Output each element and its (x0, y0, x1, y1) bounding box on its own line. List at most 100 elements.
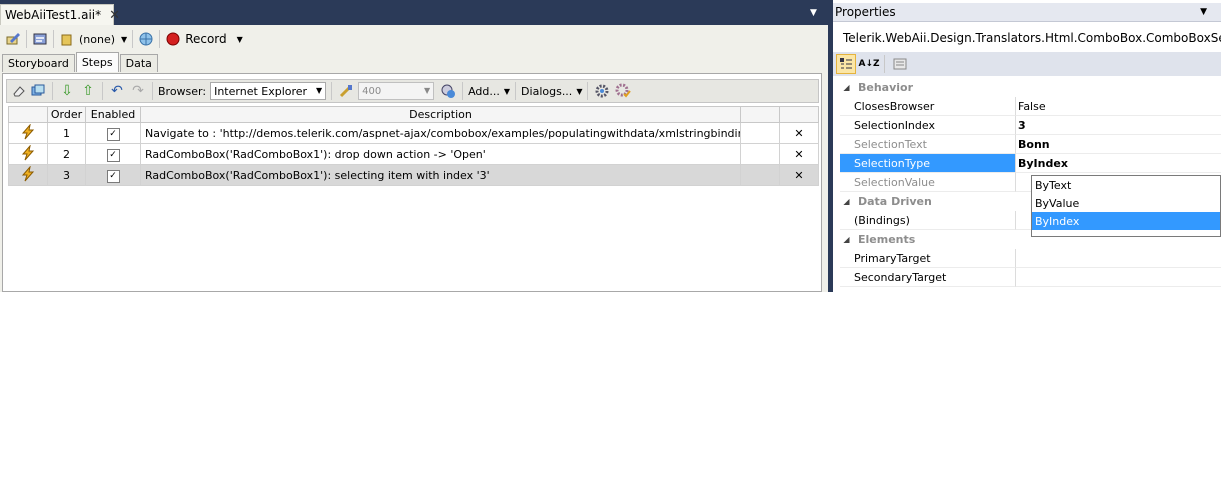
chevron-down-icon: ▼ (236, 34, 243, 44)
property-pages-icon[interactable] (890, 54, 910, 74)
add-button[interactable]: Add... ▼ (468, 85, 510, 98)
step-description: RadComboBox('RadComboBox1'): drop down a… (140, 143, 741, 165)
properties-object-selector[interactable]: Telerik.WebAii.Design.Translators.Html.C… (833, 27, 1221, 49)
category-label: Behavior (858, 81, 914, 94)
lightning-icon (8, 143, 48, 165)
document-tab[interactable]: WebAiiTest1.aii* ✕ (0, 4, 120, 25)
column-header-enabled[interactable]: Enabled (85, 106, 141, 123)
property-row-selection-text[interactable]: SelectionText Bonn (840, 135, 1221, 154)
enabled-checkbox[interactable]: ✓ (85, 122, 141, 144)
property-name: SelectionValue (840, 173, 1016, 192)
step-order: 1 (47, 122, 86, 144)
column-header-description[interactable]: Description (140, 106, 741, 123)
browser-select[interactable]: Internet Explorer ▼ (210, 82, 327, 100)
collapse-triangle-icon[interactable]: ◢ (840, 197, 853, 206)
delete-step-icon[interactable]: ✕ (779, 164, 819, 186)
empty-cell (740, 122, 780, 144)
close-icon[interactable]: ✕ (109, 8, 120, 23)
categorized-icon[interactable] (836, 54, 856, 74)
window-dropdown-icon[interactable]: ▼ (810, 8, 817, 18)
brush-icon[interactable] (337, 82, 355, 100)
toolbar-divider (26, 30, 27, 48)
gear-check-icon[interactable] (614, 82, 632, 100)
translators-icon[interactable] (32, 31, 48, 47)
move-down-icon[interactable]: ⇩ (58, 82, 76, 100)
toolbar-divider (884, 55, 885, 73)
tab-data[interactable]: Data (119, 54, 158, 72)
none-dropdown[interactable]: (none) ▼ (59, 31, 127, 47)
collapse-triangle-icon[interactable]: ◢ (840, 235, 853, 244)
edit-icon[interactable] (5, 31, 21, 47)
collapse-triangle-icon[interactable]: ◢ (840, 83, 853, 92)
chevron-down-icon: ▼ (503, 86, 511, 96)
steps-toolbar: ⇩ ⇧ ↶ ↷ Browser: Internet Explorer ▼ 400… (6, 79, 819, 103)
category-behavior[interactable]: ◢ Behavior (840, 78, 1221, 97)
delete-step-icon[interactable]: ✕ (779, 143, 819, 165)
property-name: PrimaryTarget (840, 249, 1016, 268)
alphabetical-icon[interactable]: A↓Z (858, 54, 879, 74)
property-value[interactable] (1016, 268, 1221, 287)
gear-icon[interactable] (593, 82, 611, 100)
toolbar-divider (159, 30, 161, 48)
property-row-selection-index[interactable]: SelectionIndex 3 (840, 116, 1221, 135)
enabled-checkbox[interactable]: ✓ (85, 143, 141, 165)
property-value[interactable] (1016, 249, 1221, 268)
browser-globe-icon[interactable] (138, 31, 154, 47)
property-value[interactable]: False (1016, 97, 1221, 116)
redo-icon[interactable]: ↷ (129, 82, 147, 100)
table-row[interactable]: 3 ✓ RadComboBox('RadComboBox1'): selecti… (8, 164, 819, 186)
dialogs-label: Dialogs... (521, 84, 573, 98)
main-toolbar: (none) ▼ Record ▼ (0, 27, 828, 51)
property-value[interactable]: ByIndex (1016, 154, 1221, 173)
toolbar-divider (587, 82, 589, 100)
property-value[interactable]: Bonn (1016, 135, 1221, 154)
chevron-down-icon: ▼ (423, 86, 431, 95)
table-row[interactable]: 1 ✓ Navigate to : 'http://demos.telerik.… (8, 122, 819, 144)
toolbar-divider (462, 82, 464, 100)
property-row-closes-browser[interactable]: ClosesBrowser False (840, 97, 1221, 116)
dropdown-option-bytext[interactable]: ByText (1032, 176, 1220, 194)
lightning-icon (8, 122, 48, 144)
view-tabs: Storyboard Steps Data (2, 52, 159, 73)
selection-type-dropdown-list: ByText ByValue ByIndex (1031, 175, 1221, 237)
settings-play-icon[interactable] (439, 82, 457, 100)
chevron-down-icon: ▼ (121, 34, 128, 44)
dialogs-button[interactable]: Dialogs... ▼ (521, 85, 582, 98)
browser-label: Browser: (158, 84, 207, 98)
windows-icon[interactable] (29, 82, 47, 100)
property-row-selection-type[interactable]: SelectionType ByIndex (840, 154, 1221, 173)
empty-cell (740, 164, 780, 186)
wait-time-input[interactable]: 400 ▼ (358, 82, 435, 100)
properties-object-name: Telerik.WebAii.Design.Translators.Html.C… (843, 31, 1221, 45)
tab-steps[interactable]: Steps (75, 52, 119, 72)
move-up-icon[interactable]: ⇧ (79, 82, 97, 100)
property-row-primary-target[interactable]: PrimaryTarget (840, 249, 1221, 268)
record-label: Record (185, 32, 227, 46)
chevron-down-icon[interactable]: ▼ (1200, 7, 1207, 17)
toolbar-divider (102, 82, 103, 100)
tab-storyboard[interactable]: Storyboard (2, 54, 75, 72)
enabled-checkbox[interactable]: ✓ (85, 164, 141, 186)
lightning-icon (8, 164, 48, 186)
toolbar-divider (331, 82, 333, 100)
table-row[interactable]: 2 ✓ RadComboBox('RadComboBox1'): drop do… (8, 143, 819, 165)
property-value[interactable]: 3 (1016, 116, 1221, 135)
column-header-blank (740, 106, 780, 123)
toolbar-divider (52, 82, 53, 100)
delete-step-icon[interactable]: ✕ (779, 122, 819, 144)
eraser-icon[interactable] (10, 82, 28, 100)
undo-icon[interactable]: ↶ (108, 82, 126, 100)
property-name: (Bindings) (840, 211, 1016, 230)
wait-time-value: 400 (362, 85, 382, 97)
dropdown-option-byindex[interactable]: ByIndex (1032, 212, 1220, 230)
column-header-order[interactable]: Order (47, 106, 86, 123)
dropdown-option-byvalue[interactable]: ByValue (1032, 194, 1220, 212)
step-order: 3 (47, 164, 86, 186)
none-label: (none) (79, 32, 116, 46)
record-button[interactable]: Record ▼ (165, 31, 243, 47)
property-name: SelectionType (840, 154, 1016, 173)
property-row-secondary-target[interactable]: SecondaryTarget (840, 268, 1221, 287)
step-description: RadComboBox('RadComboBox1'): selecting i… (140, 164, 741, 186)
property-name: SelectionText (840, 135, 1016, 154)
properties-title-bar: Properties ▼ (833, 3, 1221, 22)
